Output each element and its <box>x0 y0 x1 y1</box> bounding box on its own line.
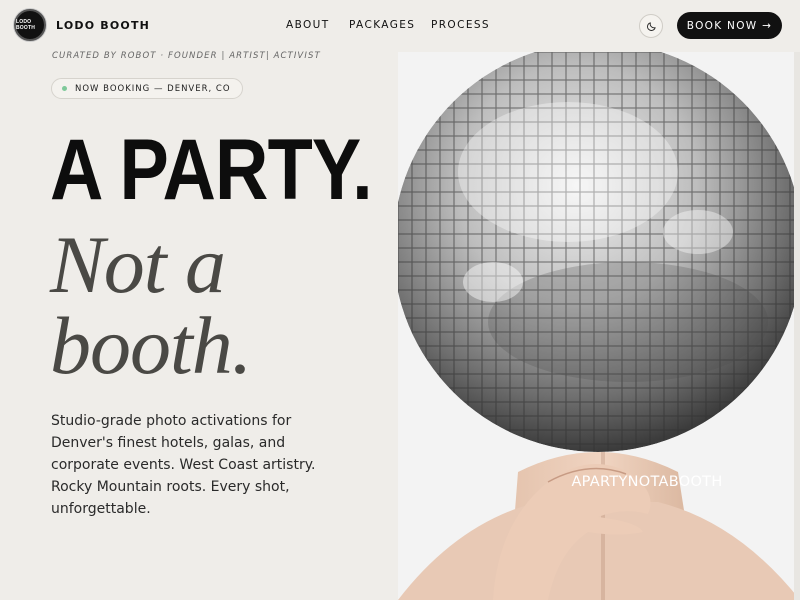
status-dot-icon <box>62 86 67 91</box>
hero-subheadline: Not a booth. <box>50 219 252 391</box>
hero-description: Studio-grade photo activations for Denve… <box>51 413 316 517</box>
image-watermark: APARTYNOTABOOTH <box>571 474 723 490</box>
status-badge-label: NOW BOOKING — DENVER, CO <box>75 83 231 94</box>
hero-image: APARTYNOTABOOTH <box>398 52 800 600</box>
scrollbar[interactable] <box>794 52 800 600</box>
curated-by-text: CURATED BY ROBOT · FOUNDER | ARTIST| ACT… <box>52 51 321 61</box>
hero-subheadline-line-2: booth. <box>50 300 252 391</box>
nav-link-process[interactable]: PROCESS <box>431 19 490 31</box>
theme-toggle-button[interactable] <box>639 14 663 38</box>
hero-headline: A PARTY. <box>50 122 373 218</box>
status-badge: NOW BOOKING — DENVER, CO <box>51 78 243 99</box>
book-now-button[interactable]: BOOK NOW → <box>677 12 782 39</box>
brand[interactable]: LODO BOOTH LODO BOOTH <box>14 9 150 41</box>
hero-subheadline-line-1: Not a <box>50 219 226 310</box>
logo-text: LODO BOOTH <box>16 19 36 31</box>
nav-link-about[interactable]: ABOUT <box>286 19 330 31</box>
nav-link-packages[interactable]: PACKAGES <box>349 19 415 31</box>
brand-name[interactable]: LODO BOOTH <box>56 19 150 32</box>
logo[interactable]: LODO BOOTH <box>14 9 46 41</box>
disco-ball-head-photo <box>398 52 800 600</box>
moon-icon <box>646 21 656 31</box>
top-nav: LODO BOOTH LODO BOOTH ABOUT PACKAGES PRO… <box>0 0 800 52</box>
